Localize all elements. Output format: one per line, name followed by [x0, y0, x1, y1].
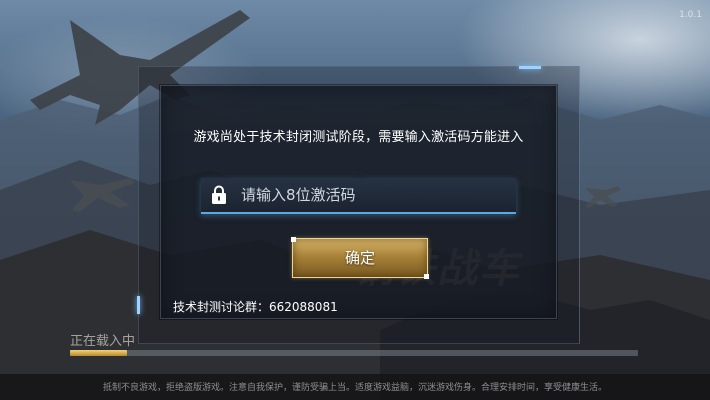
health-notice-text: 抵制不良游戏，拒绝盗版游戏。注意自我保护，谨防受骗上当。适度游戏益脑，沉迷游戏伤…: [102, 383, 607, 393]
discussion-group-text: 技术封测讨论群：662088081: [173, 300, 338, 314]
confirm-button[interactable]: 确定: [291, 237, 429, 279]
loading-progress-fill: [70, 350, 127, 356]
lock-icon: [212, 185, 226, 204]
frame-accent: [137, 296, 140, 314]
loading-progress-bar: [70, 350, 638, 356]
loading-label: 正在载入中: [70, 334, 136, 349]
button-corner-decoration: [291, 237, 296, 242]
activation-code-field[interactable]: [201, 178, 516, 214]
activation-code-input[interactable]: [241, 178, 506, 212]
activation-dialog: 钢铁战车 游戏尚处于技术封闭测试阶段，需要输入激活码方能进入 确定 技术封测讨论…: [160, 85, 557, 319]
activation-message: 游戏尚处于技术封闭测试阶段，需要输入激活码方能进入: [193, 130, 524, 145]
version-label: 1.0.1: [679, 10, 702, 20]
frame-accent: [519, 66, 541, 69]
health-notice-bar: 抵制不良游戏，拒绝盗版游戏。注意自我保护，谨防受骗上当。适度游戏益脑，沉迷游戏伤…: [0, 374, 710, 400]
button-corner-decoration: [424, 274, 429, 279]
confirm-button-label: 确定: [344, 249, 375, 267]
